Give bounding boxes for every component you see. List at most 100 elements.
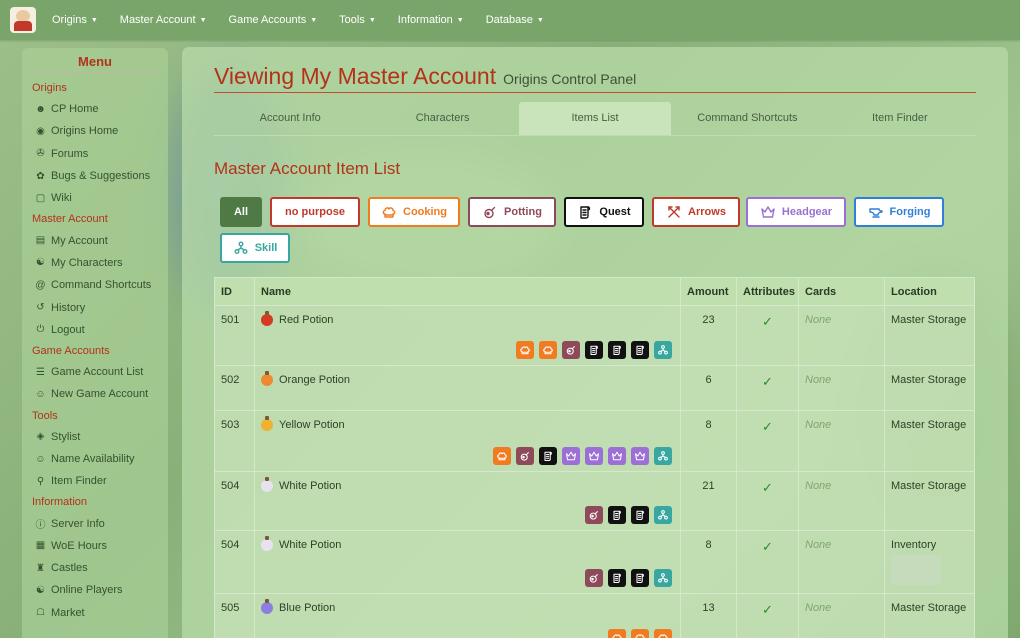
item-name[interactable]: Blue Potion [279, 602, 335, 614]
scroll-icon[interactable] [608, 569, 626, 587]
column-header-location[interactable]: Location [884, 277, 975, 306]
filter-arrows-button[interactable]: Arrows [652, 197, 740, 227]
sidebar-item-my-account[interactable]: ▤ My Account [30, 229, 160, 251]
crown-icon[interactable] [562, 447, 580, 465]
filter-headgear-button[interactable]: Headgear [746, 197, 846, 227]
potion-icon[interactable] [562, 341, 580, 359]
scroll-icon[interactable] [608, 341, 626, 359]
cell-id: 502 [214, 365, 255, 411]
sidebar-item-online-players[interactable]: ☯ Online Players [30, 579, 160, 601]
item-name[interactable]: White Potion [279, 480, 341, 492]
filter-skill-button[interactable]: Skill [220, 233, 290, 263]
chef-hat-icon[interactable] [516, 341, 534, 359]
filter-potting-button[interactable]: Potting [468, 197, 556, 227]
caret-down-icon: ▼ [90, 16, 98, 24]
sidebar-item-label: Market [51, 606, 85, 619]
cell-amount: 13 [680, 593, 737, 638]
sidebar-item-history[interactable]: ↺ History [30, 296, 160, 318]
tab-characters[interactable]: Characters [366, 102, 518, 135]
skill-tree-icon[interactable] [654, 506, 672, 524]
tab-item-finder[interactable]: Item Finder [824, 102, 976, 135]
tab-items-list[interactable]: Items List [518, 102, 672, 135]
scroll-icon[interactable] [631, 341, 649, 359]
chef-hat-icon[interactable] [539, 341, 557, 359]
filter-quest-button[interactable]: Quest [564, 197, 644, 227]
filter-label: no purpose [285, 206, 345, 218]
chef-hat-icon[interactable] [493, 447, 511, 465]
column-header-amount[interactable]: Amount [680, 277, 737, 306]
sidebar-item-stylist[interactable]: ◈ Stylist [30, 426, 160, 448]
sidebar-item-forums[interactable]: ✇ Forums [30, 143, 160, 165]
crown-icon[interactable] [608, 447, 626, 465]
filter-all-button[interactable]: All [220, 197, 262, 227]
filter-no-purpose-button[interactable]: no purpose [270, 197, 360, 227]
cell-name: White Potion [254, 530, 681, 594]
table-row[interactable]: 501 Red Potion 23 ✓ None Master Storage [214, 305, 975, 366]
item-name[interactable]: Red Potion [279, 314, 333, 326]
sidebar-item-new-game-account[interactable]: ☺ New Game Account [30, 383, 160, 405]
potion-icon[interactable] [516, 447, 534, 465]
cell-amount: 23 [680, 305, 737, 366]
tab-account-info[interactable]: Account Info [214, 102, 366, 135]
crown-icon[interactable] [585, 447, 603, 465]
sidebar-item-castles[interactable]: ♜ Castles [30, 557, 160, 579]
sidebar-item-label: My Characters [51, 256, 123, 269]
table-row[interactable]: 505 Blue Potion 13 ✓ None Master Storage [214, 593, 975, 638]
sidebar-item-cp-home[interactable]: ☻ CP Home [30, 98, 160, 120]
potion-icon [261, 599, 273, 614]
nav-origins-dropdown[interactable]: Origins ▼ [52, 14, 98, 26]
chef-hat-icon[interactable] [631, 629, 649, 638]
nav-game-accounts-dropdown[interactable]: Game Accounts ▼ [229, 14, 318, 26]
nav-information-dropdown[interactable]: Information ▼ [398, 14, 464, 26]
potion-icon[interactable] [585, 569, 603, 587]
chef-hat-icon[interactable] [654, 629, 672, 638]
table-row[interactable]: 504 White Potion 8 ✓ None Inventory [214, 530, 975, 594]
sidebar-item-item-finder[interactable]: ⚲ Item Finder [30, 470, 160, 492]
table-row[interactable]: 503 Yellow Potion 8 ✓ None Master Storag… [214, 410, 975, 472]
scroll-icon[interactable] [631, 506, 649, 524]
skill-tree-icon[interactable] [654, 447, 672, 465]
nav-database-dropdown[interactable]: Database ▼ [486, 14, 544, 26]
item-name[interactable]: White Potion [279, 539, 341, 551]
sidebar-item-market[interactable]: ☖ Market [30, 602, 160, 624]
column-header-name[interactable]: Name [254, 277, 681, 306]
item-name[interactable]: Yellow Potion [279, 419, 345, 431]
site-logo[interactable] [10, 7, 36, 33]
skill-tree-icon[interactable] [654, 341, 672, 359]
potion-icon[interactable] [585, 506, 603, 524]
table-row[interactable]: 504 White Potion 21 ✓ None Master Storag… [214, 471, 975, 531]
sidebar-item-bugs-suggestions[interactable]: ✿ Bugs & Suggestions [30, 165, 160, 187]
top-navbar: Origins ▼ Master Account ▼ Game Accounts ▼ Too… [0, 0, 1020, 40]
sidebar-item-command-shortcuts[interactable]: @ Command Shortcuts [30, 274, 160, 296]
item-category-tags [516, 341, 672, 359]
crown-icon[interactable] [631, 447, 649, 465]
sidebar-item-server-info[interactable]: ⓘ Server Info [30, 512, 160, 534]
nav-master-account-dropdown[interactable]: Master Account ▼ [120, 14, 207, 26]
sidebar-item-wiki[interactable]: ▢ Wiki [30, 187, 160, 209]
nav-tools-dropdown[interactable]: Tools ▼ [339, 14, 376, 26]
chef-hat-icon[interactable] [608, 629, 626, 638]
sidebar-item-origins-home[interactable]: ◉ Origins Home [30, 120, 160, 142]
scroll-icon[interactable] [585, 341, 603, 359]
sidebar-item-my-characters[interactable]: ☯ My Characters [30, 252, 160, 274]
column-header-cards[interactable]: Cards [798, 277, 885, 306]
sidebar-item-logout[interactable]: ⏻ Logout [30, 319, 160, 341]
sidebar-item-woe-hours[interactable]: ▦ WoE Hours [30, 535, 160, 557]
item-category-tags [493, 447, 672, 465]
sidebar-item-game-account-list[interactable]: ☰ Game Account List [30, 361, 160, 383]
scroll-icon[interactable] [539, 447, 557, 465]
scroll-icon[interactable] [631, 569, 649, 587]
item-name[interactable]: Orange Potion [279, 374, 350, 386]
sidebar-item-label: Stylist [51, 430, 81, 443]
column-header-attributes[interactable]: Attributes [736, 277, 799, 306]
filter-forging-button[interactable]: Forging [854, 197, 944, 227]
table-row[interactable]: 502 Orange Potion 6 ✓ None Master Storag… [214, 365, 975, 411]
sidebar-item-label: Command Shortcuts [51, 279, 152, 292]
scroll-icon[interactable] [608, 506, 626, 524]
sidebar-item-name-availability[interactable]: ☺ Name Availability [30, 448, 160, 470]
column-header-id[interactable]: ID [214, 277, 255, 306]
tab-command-shortcuts[interactable]: Command Shortcuts [671, 102, 823, 135]
sidebar-item-label: Server Info [51, 517, 105, 530]
skill-tree-icon[interactable] [654, 569, 672, 587]
filter-cooking-button[interactable]: Cooking [368, 197, 460, 227]
